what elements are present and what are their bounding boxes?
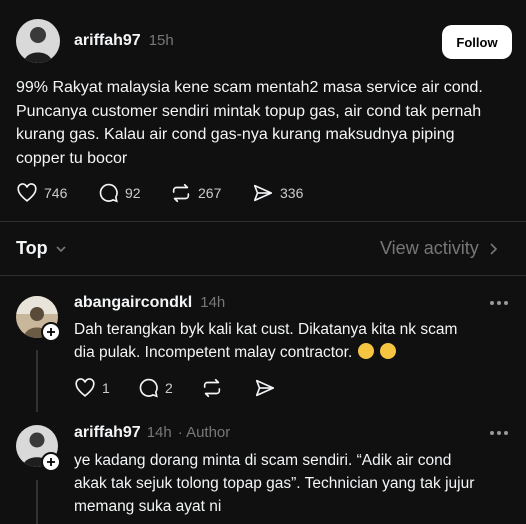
repost-button[interactable]: 267 (170, 182, 221, 204)
follow-plus-badge[interactable] (41, 322, 61, 342)
share-count: 336 (280, 185, 304, 201)
share-button[interactable]: 336 (252, 182, 303, 204)
repost-count: 267 (198, 185, 222, 201)
divider (0, 221, 526, 222)
post-text-line: copper tu bocor (16, 150, 128, 168)
reply-share-button[interactable] (254, 377, 276, 399)
reply-username[interactable]: ariffah97 (74, 424, 141, 442)
reply-timestamp: 14h (146, 424, 172, 441)
heart-icon (75, 378, 95, 397)
thread-line (36, 350, 38, 412)
reply-text-line: dia pulak. Incompetent malay contractor. (74, 341, 514, 364)
post-text-line: Puncanya customer sendiri mintak topup g… (16, 102, 482, 120)
like-count: 746 (44, 185, 68, 201)
follow-button[interactable]: Follow (442, 25, 512, 59)
plus-icon (47, 458, 55, 466)
post-body: 99% Rakyat malaysia kene scam mentah2 ma… (16, 76, 516, 171)
sort-dropdown[interactable]: Top (16, 238, 68, 259)
post-avatar[interactable] (16, 19, 60, 63)
divider (0, 275, 526, 276)
comment-button[interactable]: 92 (97, 182, 141, 204)
view-activity-label: View activity (380, 238, 479, 258)
send-icon (253, 184, 273, 202)
reply-text-line: akak tak sejuk tolong topap gas”. Techni… (74, 475, 475, 492)
more-dots-icon[interactable] (490, 301, 508, 305)
reply-repost-button[interactable] (201, 377, 223, 399)
chevron-down-icon (56, 245, 66, 252)
reply-text-line: memang suka ayat ni (74, 498, 222, 515)
pensive-emoji-icon (380, 343, 397, 359)
repost-icon (172, 183, 190, 203)
pensive-emoji-icon (358, 343, 375, 359)
follow-plus-badge[interactable] (41, 452, 61, 472)
reply-text-line: ye kadang dorang minta di scam sendiri. … (74, 452, 452, 469)
comment-bubble-icon (99, 183, 118, 203)
thread-line (36, 480, 38, 524)
send-icon (255, 379, 275, 397)
reply-text-line: Dah terangkan byk kali kat cust. Dikatan… (74, 321, 458, 338)
chevron-right-icon (490, 242, 497, 255)
reply-body: Dah terangkan byk kali kat cust. Dikatan… (74, 318, 514, 364)
repost-icon (203, 378, 221, 398)
post-timestamp: 15h (148, 32, 174, 49)
more-dots-icon[interactable] (490, 431, 508, 435)
reply-body: ye kadang dorang minta di scam sendiri. … (74, 449, 514, 518)
post-text-line: 99% Rakyat malaysia kene scam mentah2 ma… (16, 79, 483, 96)
reply-like-count: 1 (102, 380, 110, 396)
reply-timestamp: 14h (200, 294, 226, 311)
reply-comment-button[interactable]: 2 (137, 377, 173, 399)
heart-icon (17, 183, 37, 202)
plus-icon (47, 328, 55, 336)
reply-like-button[interactable]: 1 (74, 377, 110, 399)
reply-username[interactable]: abangaircondkl (74, 294, 192, 312)
post-username[interactable]: ariffah97 (74, 32, 141, 50)
comment-bubble-icon (139, 378, 158, 398)
sort-label: Top (16, 238, 48, 258)
view-activity-link[interactable]: View activity (380, 238, 499, 259)
like-button[interactable]: 746 (16, 182, 67, 204)
post-text-line: kurang gas. Kalau air cond gas-nya kuran… (16, 126, 455, 144)
comment-count: 92 (125, 185, 141, 201)
reply-comment-count: 2 (165, 380, 173, 396)
author-badge: · Author (177, 424, 231, 441)
